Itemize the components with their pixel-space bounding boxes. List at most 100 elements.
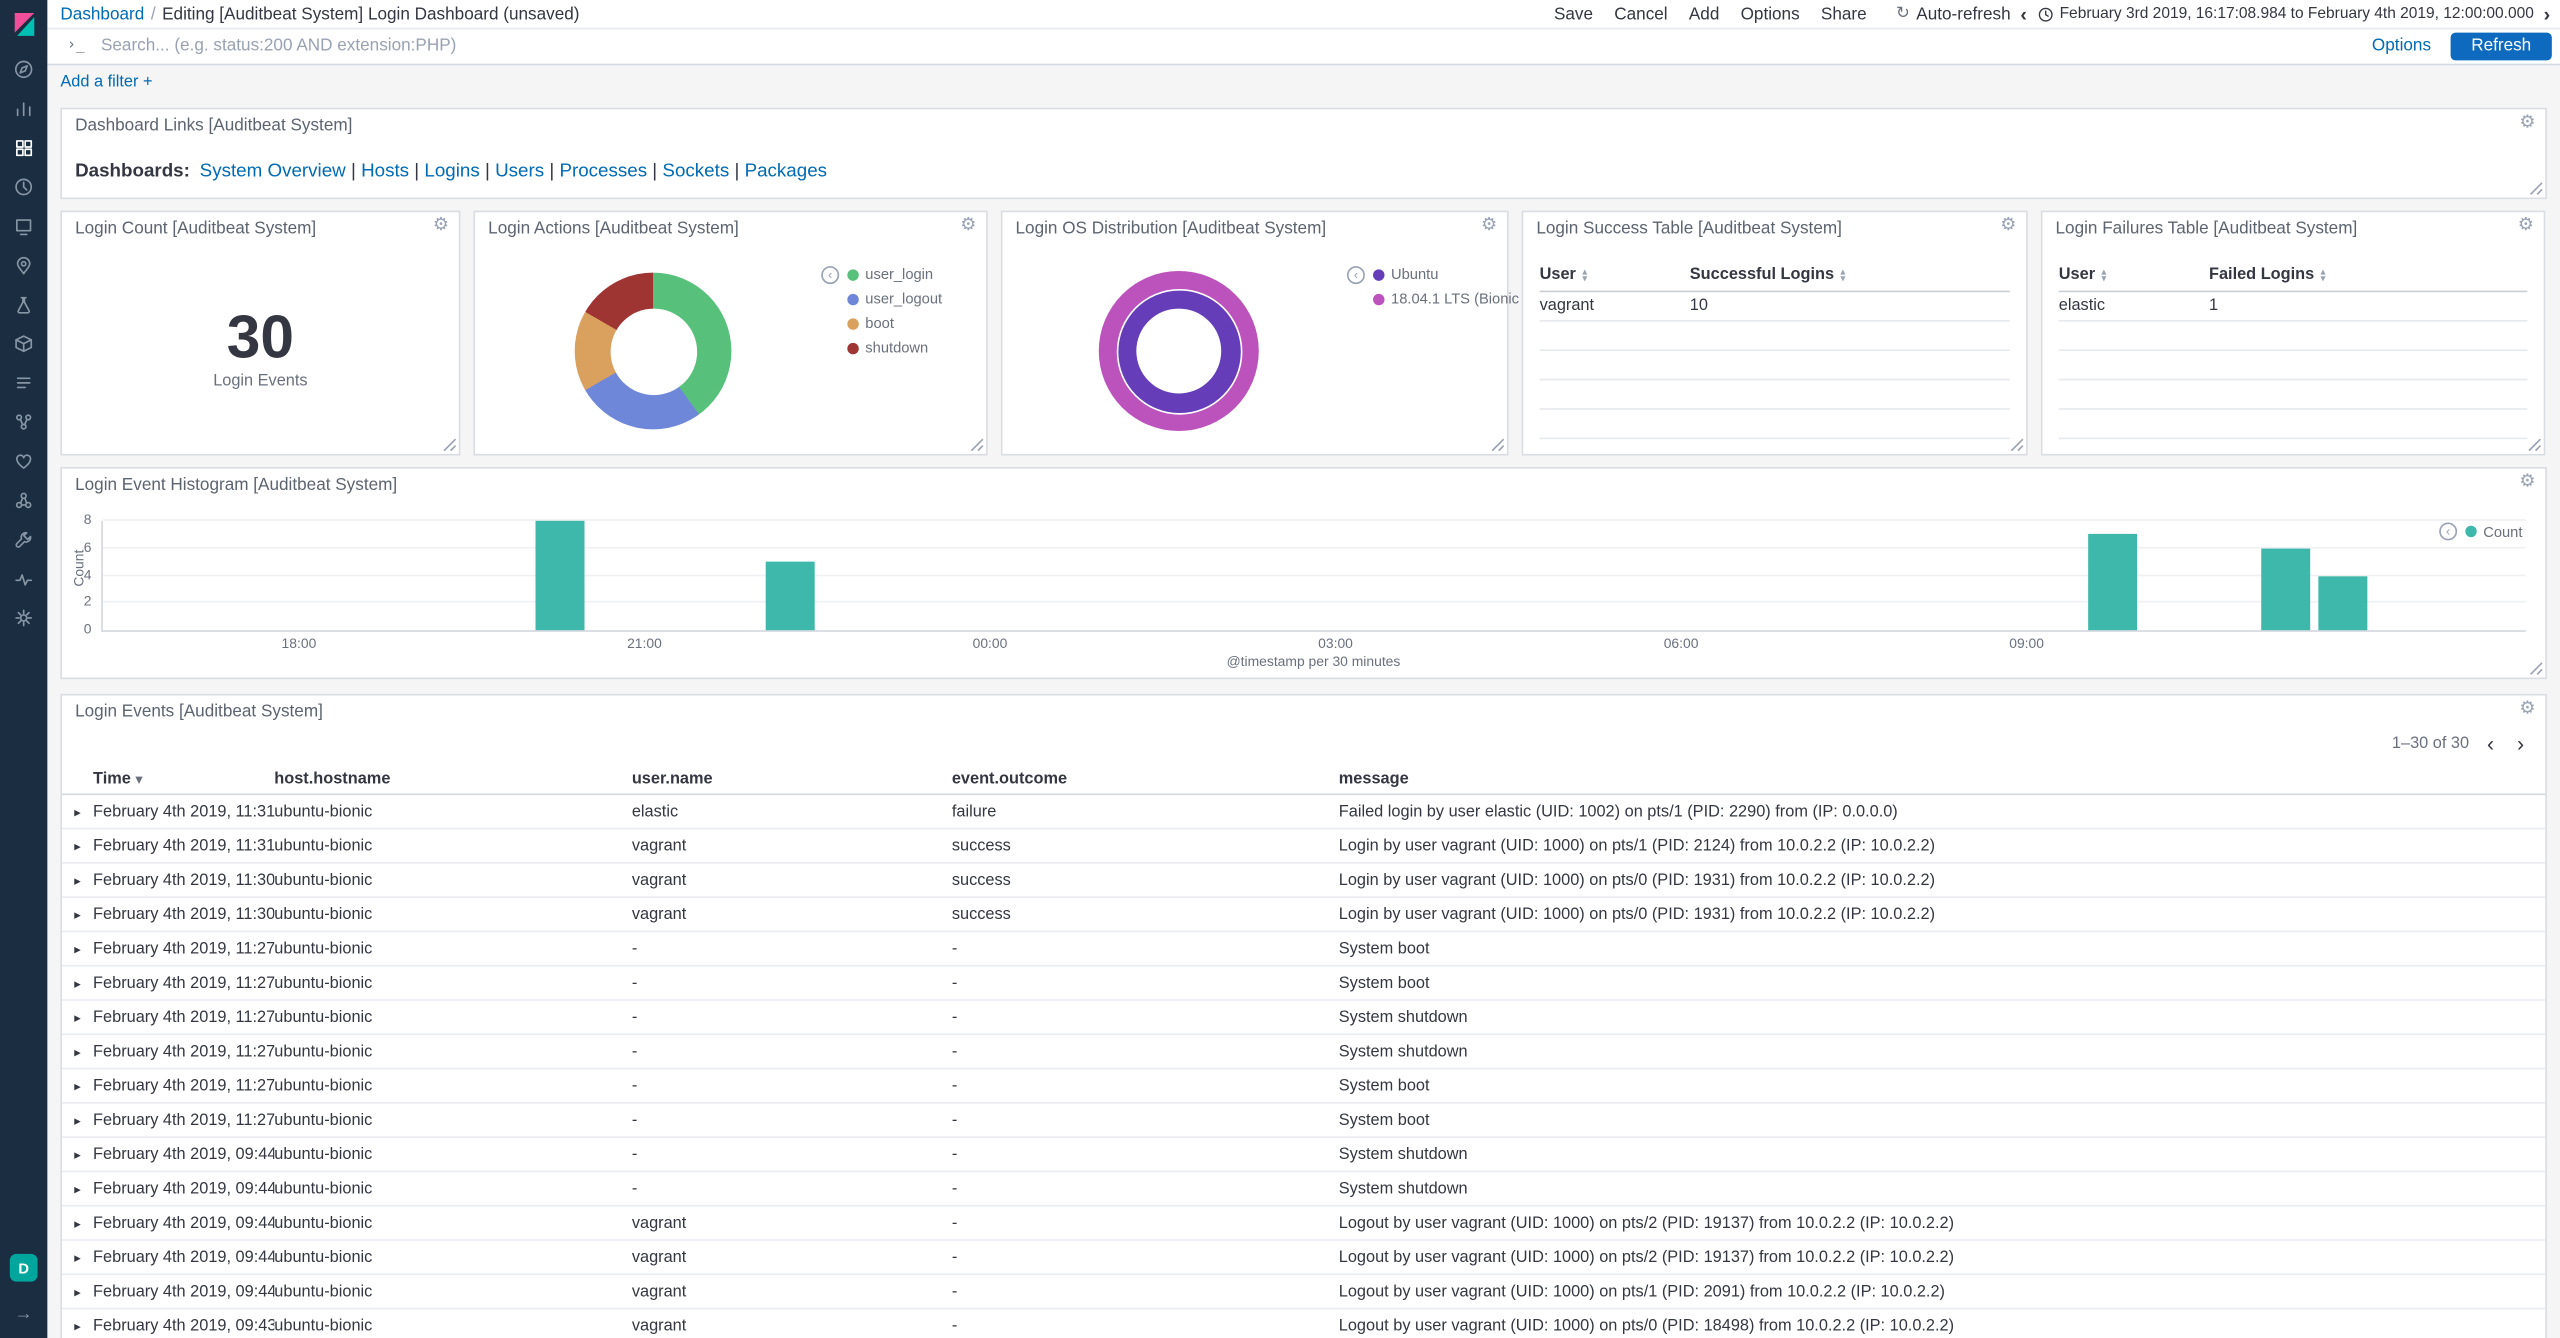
row-expand-caret[interactable]: ▸ — [74, 1284, 81, 1299]
panel-title-dashboard-links[interactable]: Dashboard Links [Auditbeat System] — [75, 116, 352, 136]
add-button[interactable]: Add — [1689, 4, 1720, 24]
row-expand-caret[interactable]: ▸ — [74, 838, 81, 853]
panel-options-gear[interactable]: ⚙ — [433, 217, 449, 235]
panel-resize-handle[interactable] — [442, 438, 457, 453]
column-header-user[interactable]: user.name — [632, 770, 952, 788]
query-options-link[interactable]: Options — [2372, 36, 2431, 56]
add-filter-link[interactable]: Add a filter + — [60, 73, 152, 91]
row-expand-caret[interactable]: ▸ — [74, 1078, 81, 1093]
refresh-button[interactable]: Refresh — [2451, 32, 2552, 60]
row-expand-caret[interactable]: ▸ — [74, 941, 81, 956]
legend-item-shutdown[interactable]: shutdown — [847, 340, 942, 356]
nav-collapse-toggle-icon[interactable]: → — [15, 1301, 33, 1330]
row-expand-caret[interactable]: ▸ — [74, 1010, 81, 1025]
row-expand-caret[interactable]: ▸ — [74, 804, 81, 819]
save-button[interactable]: Save — [1554, 4, 1593, 24]
column-header-user[interactable]: User ▴▾ — [2059, 266, 2209, 284]
time-range-picker[interactable]: February 3rd 2019, 16:17:08.984 to Febru… — [2037, 5, 2534, 23]
sidebar-item-apm[interactable] — [0, 402, 47, 441]
column-header-user[interactable]: User ▴▾ — [1540, 266, 1690, 284]
space-selector-badge[interactable]: D — [10, 1254, 38, 1282]
row-expand-caret[interactable]: ▸ — [74, 1318, 81, 1333]
sidebar-item-timelion[interactable] — [0, 167, 47, 206]
sidebar-item-canvas[interactable] — [0, 206, 47, 245]
time-back-button[interactable]: ‹ — [2011, 2, 2037, 25]
panel-title-login-failures-table[interactable]: Login Failures Table [Auditbeat System] — [2056, 219, 2358, 239]
panel-resize-handle[interactable] — [970, 438, 985, 453]
legend-toggle-icon[interactable]: ‹ — [821, 266, 839, 284]
breadcrumb-dashboard-link[interactable]: Dashboard — [60, 4, 144, 24]
column-header-outcome[interactable]: event.outcome — [952, 770, 1339, 788]
panel-options-gear[interactable]: ⚙ — [1481, 217, 1497, 235]
legend-item-user-logout[interactable]: user_logout — [847, 291, 942, 307]
histogram-bar[interactable] — [765, 562, 814, 630]
histogram-bar[interactable] — [2089, 534, 2138, 630]
row-expand-caret[interactable]: ▸ — [74, 1216, 81, 1231]
sidebar-item-logs[interactable] — [0, 362, 47, 401]
histogram-bar[interactable] — [2261, 548, 2310, 630]
legend-item-18-04-1-lts-bionic-b[interactable]: 18.04.1 LTS (Bionic B... — [1373, 291, 1545, 307]
column-header-successful-logins[interactable]: Successful Logins ▴▾ — [1690, 266, 2010, 284]
panel-resize-handle[interactable] — [2529, 661, 2544, 676]
panel-options-gear[interactable]: ⚙ — [2519, 114, 2535, 132]
pagination-prev-button[interactable]: ‹ — [2482, 731, 2499, 755]
dashboard-link-logins[interactable]: Logins — [424, 162, 479, 182]
panel-options-gear[interactable]: ⚙ — [960, 217, 976, 235]
row-expand-caret[interactable]: ▸ — [74, 1113, 81, 1128]
auto-refresh-button[interactable]: ↻ Auto-refresh — [1896, 4, 2011, 24]
dashboard-link-sockets[interactable]: Sockets — [662, 162, 729, 182]
legend-toggle-icon[interactable]: ‹ — [1347, 266, 1365, 284]
legend-item-ubuntu[interactable]: Ubuntu — [1373, 266, 1545, 282]
row-expand-caret[interactable]: ▸ — [74, 1181, 81, 1196]
dashboard-link-system-overview[interactable]: System Overview — [200, 162, 346, 182]
panel-title-login-events[interactable]: Login Events [Auditbeat System] — [75, 702, 323, 722]
cancel-button[interactable]: Cancel — [1614, 4, 1667, 24]
sidebar-item-visualize[interactable] — [0, 88, 47, 127]
dashboard-link-hosts[interactable]: Hosts — [361, 162, 409, 182]
sidebar-item-discover[interactable] — [0, 49, 47, 88]
panel-resize-handle[interactable] — [1491, 438, 1506, 453]
sidebar-item-dashboard[interactable] — [0, 127, 47, 166]
options-button[interactable]: Options — [1741, 4, 1800, 24]
column-header-time[interactable]: Time▾ — [93, 770, 274, 788]
sidebar-item-management[interactable] — [0, 598, 47, 637]
panel-title-login-os-distribution[interactable]: Login OS Distribution [Auditbeat System] — [1016, 219, 1327, 239]
sidebar-item-dev-tools[interactable] — [0, 519, 47, 558]
column-header-host[interactable]: host.hostname — [274, 770, 632, 788]
pagination-next-button[interactable]: › — [2512, 731, 2529, 755]
sidebar-item-machine-learning[interactable] — [0, 284, 47, 323]
sidebar-item-infrastructure[interactable] — [0, 323, 47, 362]
panel-resize-handle[interactable] — [2527, 438, 2542, 453]
row-expand-caret[interactable]: ▸ — [74, 873, 81, 888]
panel-title-login-count[interactable]: Login Count [Auditbeat System] — [75, 219, 316, 239]
share-button[interactable]: Share — [1821, 4, 1867, 24]
column-header-message[interactable]: message — [1339, 770, 2532, 788]
sidebar-item-graph[interactable] — [0, 480, 47, 519]
panel-title-login-success-table[interactable]: Login Success Table [Auditbeat System] — [1536, 219, 1842, 239]
panel-resize-handle[interactable] — [2010, 438, 2025, 453]
panel-title-login-actions[interactable]: Login Actions [Auditbeat System] — [488, 219, 739, 239]
sidebar-item-maps[interactable] — [0, 245, 47, 284]
panel-options-gear[interactable]: ⚙ — [2518, 217, 2534, 235]
sidebar-item-monitoring[interactable] — [0, 558, 47, 597]
panel-title-login-event-histogram[interactable]: Login Event Histogram [Auditbeat System] — [75, 475, 397, 495]
row-expand-caret[interactable]: ▸ — [74, 1044, 81, 1059]
panel-options-gear[interactable]: ⚙ — [2519, 473, 2535, 491]
legend-item-user-login[interactable]: user_login — [847, 266, 942, 282]
legend-item-boot[interactable]: boot — [847, 315, 942, 331]
panel-options-gear[interactable]: ⚙ — [2000, 217, 2016, 235]
row-expand-caret[interactable]: ▸ — [74, 1147, 81, 1162]
kibana-logo[interactable] — [0, 0, 47, 49]
row-expand-caret[interactable]: ▸ — [74, 1250, 81, 1265]
search-input[interactable] — [98, 34, 2353, 57]
sidebar-item-uptime[interactable] — [0, 441, 47, 480]
column-header-failed-logins[interactable]: Failed Logins ▴▾ — [2209, 266, 2527, 284]
dashboard-link-users[interactable]: Users — [495, 162, 544, 182]
histogram-bar[interactable] — [2319, 576, 2368, 631]
row-expand-caret[interactable]: ▸ — [74, 907, 81, 922]
panel-options-gear[interactable]: ⚙ — [2519, 700, 2535, 718]
time-forward-button[interactable]: › — [2534, 2, 2560, 25]
row-expand-caret[interactable]: ▸ — [74, 976, 81, 991]
dashboard-link-processes[interactable]: Processes — [559, 162, 647, 182]
login-actions-donut-chart[interactable] — [575, 273, 732, 430]
